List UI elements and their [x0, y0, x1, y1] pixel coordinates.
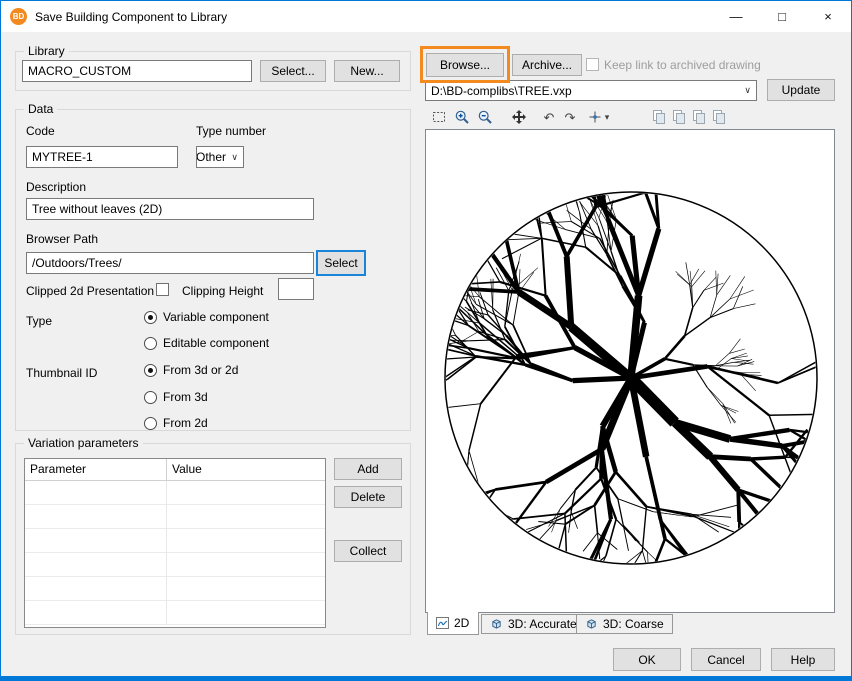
- pan-icon[interactable]: [509, 107, 529, 127]
- code-input[interactable]: MYTREE-1: [26, 146, 178, 168]
- clipped-2d-label: Clipped 2d Presentation: [26, 284, 154, 298]
- clipping-height-input[interactable]: [278, 278, 314, 300]
- library-new-button[interactable]: New...: [334, 60, 400, 82]
- radio-label: Variable component: [163, 310, 269, 324]
- radio-button-icon: [144, 311, 157, 324]
- tab-3d-accurate[interactable]: 3D: Accurate: [481, 614, 586, 634]
- table-row[interactable]: [25, 529, 325, 553]
- 3d-cube-icon: [585, 618, 598, 630]
- clipping-height-label: Clipping Height: [182, 284, 263, 298]
- radio-label: Editable component: [163, 336, 269, 350]
- archive-path-value: D:\BD-complibs\TREE.vxp: [431, 84, 572, 98]
- title-bar: BD Save Building Component to Library — …: [1, 1, 851, 32]
- 3d-cube-icon: [490, 618, 503, 630]
- radio-from-3d[interactable]: From 3d: [144, 390, 208, 404]
- browser-path-select-button[interactable]: Select: [316, 250, 366, 276]
- library-select-button[interactable]: Select...: [260, 60, 326, 82]
- clipped-2d-checkbox[interactable]: [156, 283, 169, 296]
- radio-button-icon: [144, 391, 157, 404]
- table-row[interactable]: [25, 577, 325, 601]
- radio-label: From 3d: [163, 390, 208, 404]
- variation-table[interactable]: Parameter Value: [24, 458, 326, 628]
- keep-link-checkbox[interactable]: [586, 58, 599, 71]
- minimize-icon[interactable]: —: [713, 1, 759, 32]
- radio-label: From 3d or 2d: [163, 363, 238, 377]
- window-title: Save Building Component to Library: [35, 10, 227, 24]
- library-group-label: Library: [24, 44, 69, 59]
- library-name-input[interactable]: MACRO_CUSTOM: [22, 60, 252, 82]
- type-label: Type: [26, 314, 52, 328]
- copy-view-2-icon[interactable]: [669, 107, 689, 127]
- column-header-value: Value: [167, 459, 325, 480]
- window-bottom-border: [1, 676, 851, 680]
- tab-3d-coarse[interactable]: 3D: Coarse: [576, 614, 673, 634]
- chevron-down-icon: ∨: [227, 152, 238, 163]
- radio-button-icon: [144, 337, 157, 350]
- preview-viewport[interactable]: [425, 129, 835, 613]
- add-button[interactable]: Add: [334, 458, 402, 480]
- table-row[interactable]: [25, 553, 325, 577]
- 2d-drawing-icon: [436, 617, 449, 629]
- tab-label: 3D: Coarse: [603, 617, 664, 631]
- table-row[interactable]: [25, 601, 325, 625]
- radio-label: From 2d: [163, 416, 208, 430]
- description-label: Description: [26, 180, 86, 194]
- dialog-window: BD Save Building Component to Library — …: [0, 0, 852, 681]
- delete-button[interactable]: Delete: [334, 486, 402, 508]
- archive-path-dropdown[interactable]: D:\BD-complibs\TREE.vxp ∨: [425, 80, 757, 101]
- zoom-in-icon[interactable]: [452, 107, 472, 127]
- paste-view-icon[interactable]: [689, 107, 709, 127]
- browser-path-label: Browser Path: [26, 232, 98, 246]
- keep-link-label: Keep link to archived drawing: [604, 58, 761, 72]
- data-group: Data Code Type number MYTREE-1 Other ∨ D…: [15, 109, 411, 431]
- toolbar-dropdown-icon[interactable]: ▾: [601, 107, 613, 127]
- rotate-ccw-icon[interactable]: ↶: [539, 107, 559, 127]
- data-group-label: Data: [24, 102, 57, 117]
- radio-button-icon: [144, 417, 157, 430]
- tab-2d[interactable]: 2D: [427, 612, 479, 635]
- radio-from-2d[interactable]: From 2d: [144, 416, 208, 430]
- tree-preview: [426, 130, 834, 612]
- collect-button[interactable]: Collect: [334, 540, 402, 562]
- tab-label: 2D: [454, 616, 469, 630]
- type-number-value: Other: [196, 150, 226, 164]
- code-label: Code: [26, 124, 55, 138]
- zoom-window-icon[interactable]: [429, 107, 449, 127]
- app-logo-icon: BD: [10, 8, 27, 25]
- table-header-row: Parameter Value: [25, 459, 325, 481]
- library-group: Library MACRO_CUSTOM Select... New...: [15, 51, 411, 91]
- copy-view-icon[interactable]: [649, 107, 669, 127]
- browser-path-input[interactable]: /Outdoors/Trees/: [26, 252, 314, 274]
- archive-button[interactable]: Archive...: [512, 54, 582, 76]
- rotate-cw-icon[interactable]: ↷: [560, 107, 580, 127]
- table-row[interactable]: [25, 505, 325, 529]
- table-row[interactable]: [25, 481, 325, 505]
- thumbnail-id-label: Thumbnail ID: [26, 366, 97, 380]
- tab-label: 3D: Accurate: [508, 617, 577, 631]
- variation-group-label: Variation parameters: [24, 436, 143, 451]
- paste-view-2-icon[interactable]: [709, 107, 729, 127]
- radio-editable-component[interactable]: Editable component: [144, 336, 269, 350]
- window-controls: — □ ×: [713, 1, 851, 32]
- cancel-button[interactable]: Cancel: [691, 648, 761, 671]
- variation-group: Variation parameters Parameter Value Add…: [15, 443, 411, 635]
- radio-button-icon: [144, 364, 157, 377]
- help-button[interactable]: Help: [771, 648, 835, 671]
- description-input[interactable]: Tree without leaves (2D): [26, 198, 314, 220]
- radio-from-3d-or-2d[interactable]: From 3d or 2d: [144, 363, 238, 377]
- chevron-down-icon: ∨: [740, 85, 751, 96]
- type-number-dropdown[interactable]: Other ∨: [196, 146, 244, 168]
- ok-button[interactable]: OK: [613, 648, 681, 671]
- type-number-label: Type number: [196, 124, 266, 138]
- zoom-out-icon[interactable]: [475, 107, 495, 127]
- update-button[interactable]: Update: [767, 79, 835, 101]
- browse-button[interactable]: Browse...: [426, 53, 504, 77]
- close-icon[interactable]: ×: [805, 1, 851, 32]
- maximize-icon[interactable]: □: [759, 1, 805, 32]
- radio-variable-component[interactable]: Variable component: [144, 310, 269, 324]
- column-header-parameter: Parameter: [25, 459, 167, 480]
